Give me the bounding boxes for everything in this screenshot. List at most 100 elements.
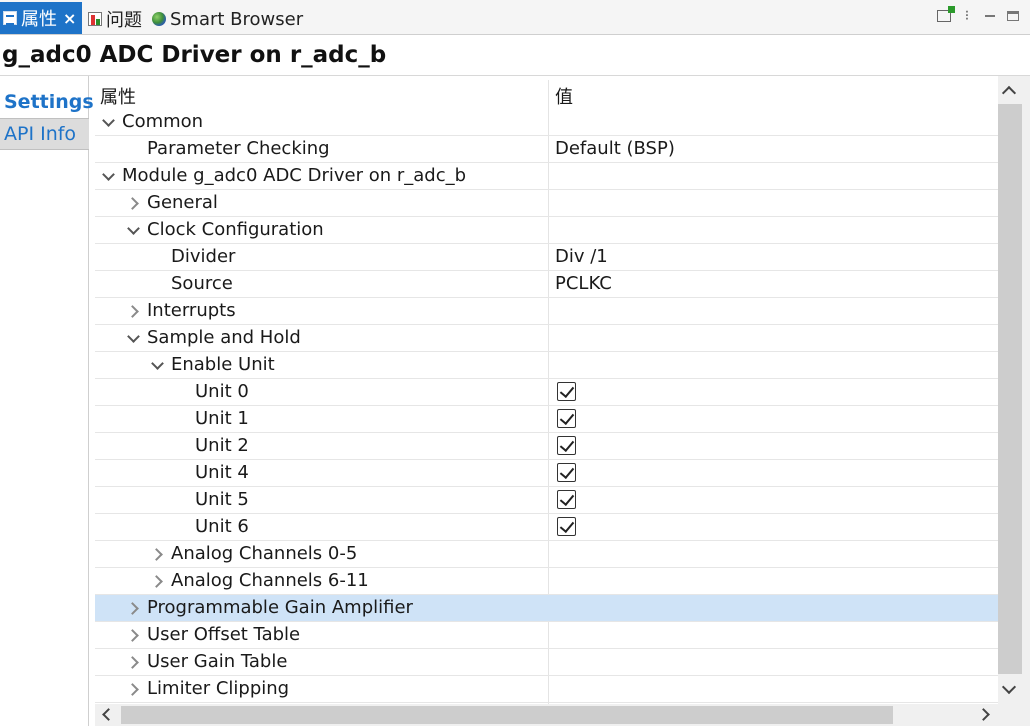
tree-row-unit-4[interactable]: Unit 4: [95, 460, 998, 487]
row-label: Programmable Gain Amplifier: [147, 597, 413, 618]
tree-row-clock-configuration[interactable]: Clock Configuration: [95, 217, 998, 244]
tree-row-parameter-checking[interactable]: Parameter Checking Default (BSP): [95, 136, 998, 163]
tab-settings[interactable]: Settings: [0, 86, 94, 118]
row-label: User Gain Table: [147, 651, 288, 672]
chevron-down-icon[interactable]: [123, 217, 147, 243]
chevron-down-icon[interactable]: [98, 109, 122, 135]
chevron-down-icon[interactable]: [98, 163, 122, 189]
chevron-right-icon[interactable]: [147, 541, 171, 567]
tab-api-info[interactable]: API Info: [0, 118, 89, 150]
tree-row-programmable-gain-amplifier[interactable]: Programmable Gain Amplifier: [95, 595, 998, 622]
scroll-up-arrow-icon[interactable]: [1001, 85, 1017, 101]
tree-row-user-offset-table[interactable]: User Offset Table: [95, 622, 998, 649]
row-label: Sample and Hold: [147, 327, 301, 348]
tree-row-limiter-clipping[interactable]: Limiter Clipping: [95, 676, 998, 703]
tree-row-unit-2[interactable]: Unit 2: [95, 433, 998, 460]
tree-row-sample-and-hold[interactable]: Sample and Hold: [95, 325, 998, 352]
header-value[interactable]: 值: [555, 83, 573, 109]
table-header: 属性 值: [95, 80, 998, 109]
unit-1-checkbox[interactable]: [557, 409, 576, 428]
horizontal-scrollbar[interactable]: [95, 704, 1030, 726]
side-tab-panel: Settings API Info: [0, 76, 94, 726]
tab-smart-browser-label: Smart Browser: [170, 8, 304, 30]
row-label: General: [147, 192, 218, 213]
row-label: Unit 4: [195, 462, 249, 483]
row-label: Analog Channels 6-11: [171, 570, 369, 591]
chevron-right-icon[interactable]: [123, 298, 147, 324]
chevron-down-icon[interactable]: [147, 352, 171, 378]
chevron-right-icon[interactable]: [147, 568, 171, 594]
globe-icon: [152, 12, 166, 26]
vertical-scroll-thumb[interactable]: [998, 104, 1022, 674]
row-value[interactable]: Default (BSP): [555, 136, 675, 162]
unit-0-checkbox[interactable]: [557, 382, 576, 401]
tree-row-module[interactable]: Module g_adc0 ADC Driver on r_adc_b: [95, 163, 998, 190]
tree-row-unit-6[interactable]: Unit 6: [95, 514, 998, 541]
row-label: Common: [122, 111, 204, 132]
tab-properties-label: 属性: [21, 9, 57, 30]
row-label: Source: [171, 273, 233, 294]
vertical-scrollbar[interactable]: [998, 76, 1030, 704]
chevron-right-icon[interactable]: [123, 595, 147, 621]
new-view-icon: [937, 6, 955, 22]
tree-row-unit-5[interactable]: Unit 5: [95, 487, 998, 514]
unit-4-checkbox[interactable]: [557, 463, 576, 482]
tree-row-analog-channels-6-11[interactable]: Analog Channels 6-11: [95, 568, 998, 595]
tree-row-analog-channels-0-5[interactable]: Analog Channels 0-5: [95, 541, 998, 568]
maximize-button[interactable]: [1004, 6, 1022, 26]
row-label: Parameter Checking: [147, 138, 330, 159]
view-menu-button[interactable]: ⁝: [960, 6, 974, 26]
row-label: Unit 1: [195, 408, 249, 429]
maximize-icon: [1007, 11, 1019, 21]
tree-row-user-gain-table[interactable]: User Gain Table: [95, 649, 998, 676]
row-label: Unit 0: [195, 381, 249, 402]
horizontal-scroll-thumb[interactable]: [121, 706, 893, 724]
tree-row-enable-unit[interactable]: Enable Unit: [95, 352, 998, 379]
unit-5-checkbox[interactable]: [557, 490, 576, 509]
tab-properties[interactable]: 属性 ×: [0, 2, 82, 34]
open-new-view-button[interactable]: [934, 6, 955, 26]
chevron-right-icon[interactable]: [123, 649, 147, 675]
chevron-right-icon[interactable]: [123, 676, 147, 702]
chevron-right-icon[interactable]: [123, 622, 147, 648]
chevron-down-icon[interactable]: [123, 325, 147, 351]
properties-icon: [3, 11, 17, 25]
unit-6-checkbox[interactable]: [557, 517, 576, 536]
chevron-right-icon[interactable]: [123, 190, 147, 216]
header-property[interactable]: 属性: [100, 83, 136, 109]
view-menu-icon: ⁝: [964, 8, 970, 24]
page-title: g_adc0 ADC Driver on r_adc_b: [0, 36, 1030, 76]
row-label: Unit 6: [195, 516, 249, 537]
unit-2-checkbox[interactable]: [557, 436, 576, 455]
tab-smart-browser[interactable]: Smart Browser: [148, 4, 307, 34]
row-label: Unit 2: [195, 435, 249, 456]
row-label: Unit 5: [195, 489, 249, 510]
tree-row-source[interactable]: Source PCLKC: [95, 271, 998, 298]
row-value[interactable]: Div /1: [555, 244, 608, 270]
tree-row-unit-0[interactable]: Unit 0: [95, 379, 998, 406]
minimize-button[interactable]: [982, 6, 998, 26]
row-label: Analog Channels 0-5: [171, 543, 358, 564]
tree-row-common[interactable]: Common: [95, 109, 998, 136]
row-label: Clock Configuration: [147, 219, 324, 240]
row-label: Enable Unit: [171, 354, 275, 375]
scroll-left-arrow-icon[interactable]: [102, 708, 115, 721]
row-label: Interrupts: [147, 300, 236, 321]
tree-row-interrupts[interactable]: Interrupts: [95, 298, 998, 325]
row-label: User Offset Table: [147, 624, 301, 645]
property-table: 属性 值 Common Parameter Checking Default (…: [95, 80, 998, 704]
minimize-icon: [985, 15, 995, 17]
tree-row-unit-1[interactable]: Unit 1: [95, 406, 998, 433]
problems-icon: [88, 12, 102, 26]
row-value[interactable]: PCLKC: [555, 271, 612, 297]
close-icon[interactable]: ×: [63, 9, 76, 28]
tree-row-general[interactable]: General: [95, 190, 998, 217]
tab-problems[interactable]: 问题: [84, 4, 146, 34]
view-tab-bar: 属性 × 问题 Smart Browser ⁝: [0, 0, 1030, 35]
row-label: Limiter Clipping: [147, 678, 290, 699]
scroll-down-arrow-icon[interactable]: [1001, 679, 1017, 695]
scroll-right-arrow-icon[interactable]: [977, 708, 990, 721]
tree-row-divider[interactable]: Divider Div /1: [95, 244, 998, 271]
row-label: Module g_adc0 ADC Driver on r_adc_b: [122, 165, 467, 186]
tab-problems-label: 问题: [106, 10, 142, 31]
